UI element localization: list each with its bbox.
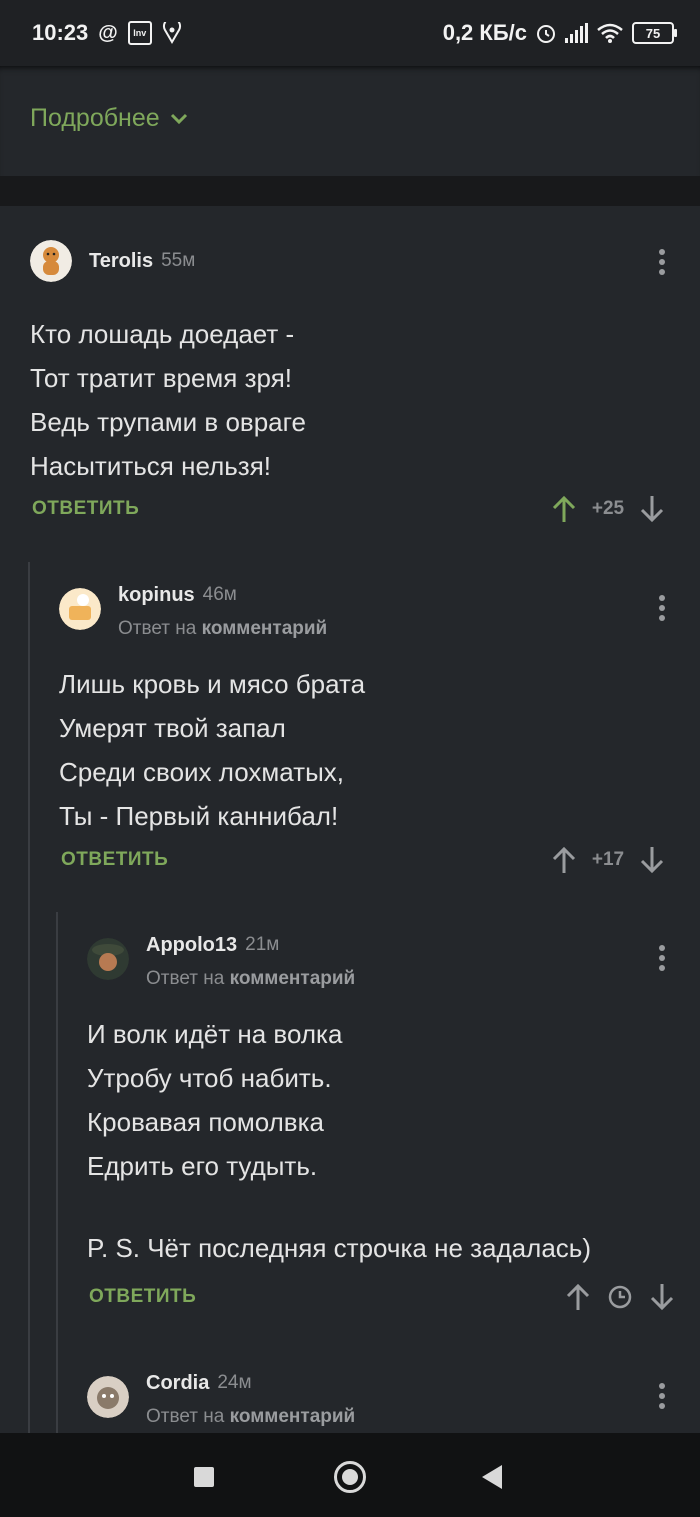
recents-button[interactable] <box>194 1467 214 1487</box>
username[interactable]: Appolo13 <box>146 934 237 957</box>
upvote-icon[interactable] <box>564 1282 592 1312</box>
downvote-icon[interactable] <box>638 494 666 524</box>
more-options-icon[interactable] <box>657 945 667 975</box>
avatar[interactable] <box>87 1376 129 1418</box>
more-options-icon[interactable] <box>657 595 667 625</box>
battery-level: 75 <box>645 25 661 41</box>
comment-line: Умерят твой запал <box>59 713 286 743</box>
comment-line: Кто лошадь доедает - <box>30 319 295 349</box>
reply-target-link[interactable]: комментарий <box>202 618 328 639</box>
reply-button[interactable]: ОТВЕТИТЬ <box>32 498 139 520</box>
comment-line: Насытиться нельзя! <box>30 451 272 481</box>
upvote-icon[interactable] <box>550 845 578 875</box>
comment: Cordia 24м Ответ на комментарий <box>0 1350 700 1433</box>
back-button[interactable] <box>482 1465 502 1489</box>
comment-line: Среди своих лохматых, <box>59 757 344 787</box>
alarm-icon <box>537 25 555 43</box>
avatar[interactable] <box>30 240 72 282</box>
chevron-down-icon <box>170 113 187 124</box>
reply-target-link[interactable]: комментарий <box>230 1406 356 1427</box>
clock: 10:23 <box>32 20 89 45</box>
comment-line: Едрить его тудыть. <box>87 1151 318 1181</box>
more-button[interactable]: Подробнее <box>30 104 188 133</box>
username[interactable]: kopinus <box>118 584 195 607</box>
comment-line: Ведь трупами в овраге <box>30 407 307 437</box>
comment-line <box>87 1188 591 1226</box>
rating: +25 <box>591 498 625 519</box>
comment-text: Кто лошадь доедает - Тот тратит время зр… <box>30 312 306 488</box>
reply-prefix: Ответ на <box>146 1406 225 1427</box>
net-speed: 0,2 КБ/с <box>442 20 527 45</box>
battery-icon: 75 <box>632 22 677 44</box>
comment-line: И волк идёт на волка <box>87 1019 343 1049</box>
comment-text: И волк идёт на волка Утробу чтоб набить.… <box>87 1012 591 1270</box>
reply-button[interactable]: ОТВЕТИТЬ <box>89 1286 196 1308</box>
home-button[interactable] <box>334 1461 366 1493</box>
status-bar: 10:23 @ Inv 0,2 КБ/с 75 <box>0 0 700 66</box>
avatar[interactable] <box>87 938 129 980</box>
reply-to: Ответ на комментарий <box>146 1406 355 1428</box>
post-footer: Подробнее <box>0 66 700 176</box>
vote-controls: +17 <box>550 845 666 875</box>
reply-to: Ответ на комментарий <box>118 618 327 640</box>
comment-line: Ты - Первый каннибал! <box>59 801 339 831</box>
at-icon: @ <box>98 22 118 44</box>
upvote-icon[interactable] <box>550 494 578 524</box>
avatar[interactable] <box>59 588 101 630</box>
reply-target-link[interactable]: комментарий <box>230 968 356 989</box>
signal-icon <box>565 23 588 43</box>
inv-icon: Inv <box>127 21 152 45</box>
comment-header: Terolis 55м <box>30 240 195 282</box>
comment: Appolo13 21м Ответ на комментарий И волк… <box>0 912 700 1342</box>
comment-line: Лишь кровь и мясо брата <box>59 669 366 699</box>
more-label: Подробнее <box>30 104 160 132</box>
comment-time: 24м <box>217 1372 252 1393</box>
system-nav-bar <box>0 1433 700 1517</box>
username[interactable]: Terolis <box>89 250 153 273</box>
comment-line: P. S. Чёт последняя строчка не задалась) <box>87 1233 591 1263</box>
more-options-icon[interactable] <box>657 249 667 279</box>
rating: +17 <box>591 849 625 870</box>
comment-line: Кровавая помолвка <box>87 1107 325 1137</box>
reply-to: Ответ на комментарий <box>146 968 355 990</box>
comment: Terolis 55м Кто лошадь доедает - Тот тра… <box>0 206 700 546</box>
comment-time: 46м <box>202 584 237 605</box>
vote-controls <box>564 1282 676 1312</box>
section-divider <box>0 176 700 206</box>
comment-line: Тот тратит время зря! <box>30 363 292 393</box>
downvote-icon[interactable] <box>648 1282 676 1312</box>
wifi-icon <box>597 23 623 43</box>
comment-line: Утробу чтоб набить. <box>87 1063 332 1093</box>
reply-prefix: Ответ на <box>118 618 197 639</box>
downvote-icon[interactable] <box>638 845 666 875</box>
comment-time: 55м <box>161 250 196 271</box>
comment-time: 21м <box>245 934 280 955</box>
reply-prefix: Ответ на <box>146 968 225 989</box>
location-icon <box>162 22 181 44</box>
clock-icon <box>608 1285 632 1309</box>
reply-button[interactable]: ОТВЕТИТЬ <box>61 849 168 871</box>
more-options-icon[interactable] <box>657 1383 667 1413</box>
comment-text: Лишь кровь и мясо брата Умерят твой запа… <box>59 662 365 838</box>
username[interactable]: Cordia <box>146 1372 209 1395</box>
comment: kopinus 46м Ответ на комментарий Лишь кр… <box>0 562 700 902</box>
vote-controls: +25 <box>550 494 666 524</box>
